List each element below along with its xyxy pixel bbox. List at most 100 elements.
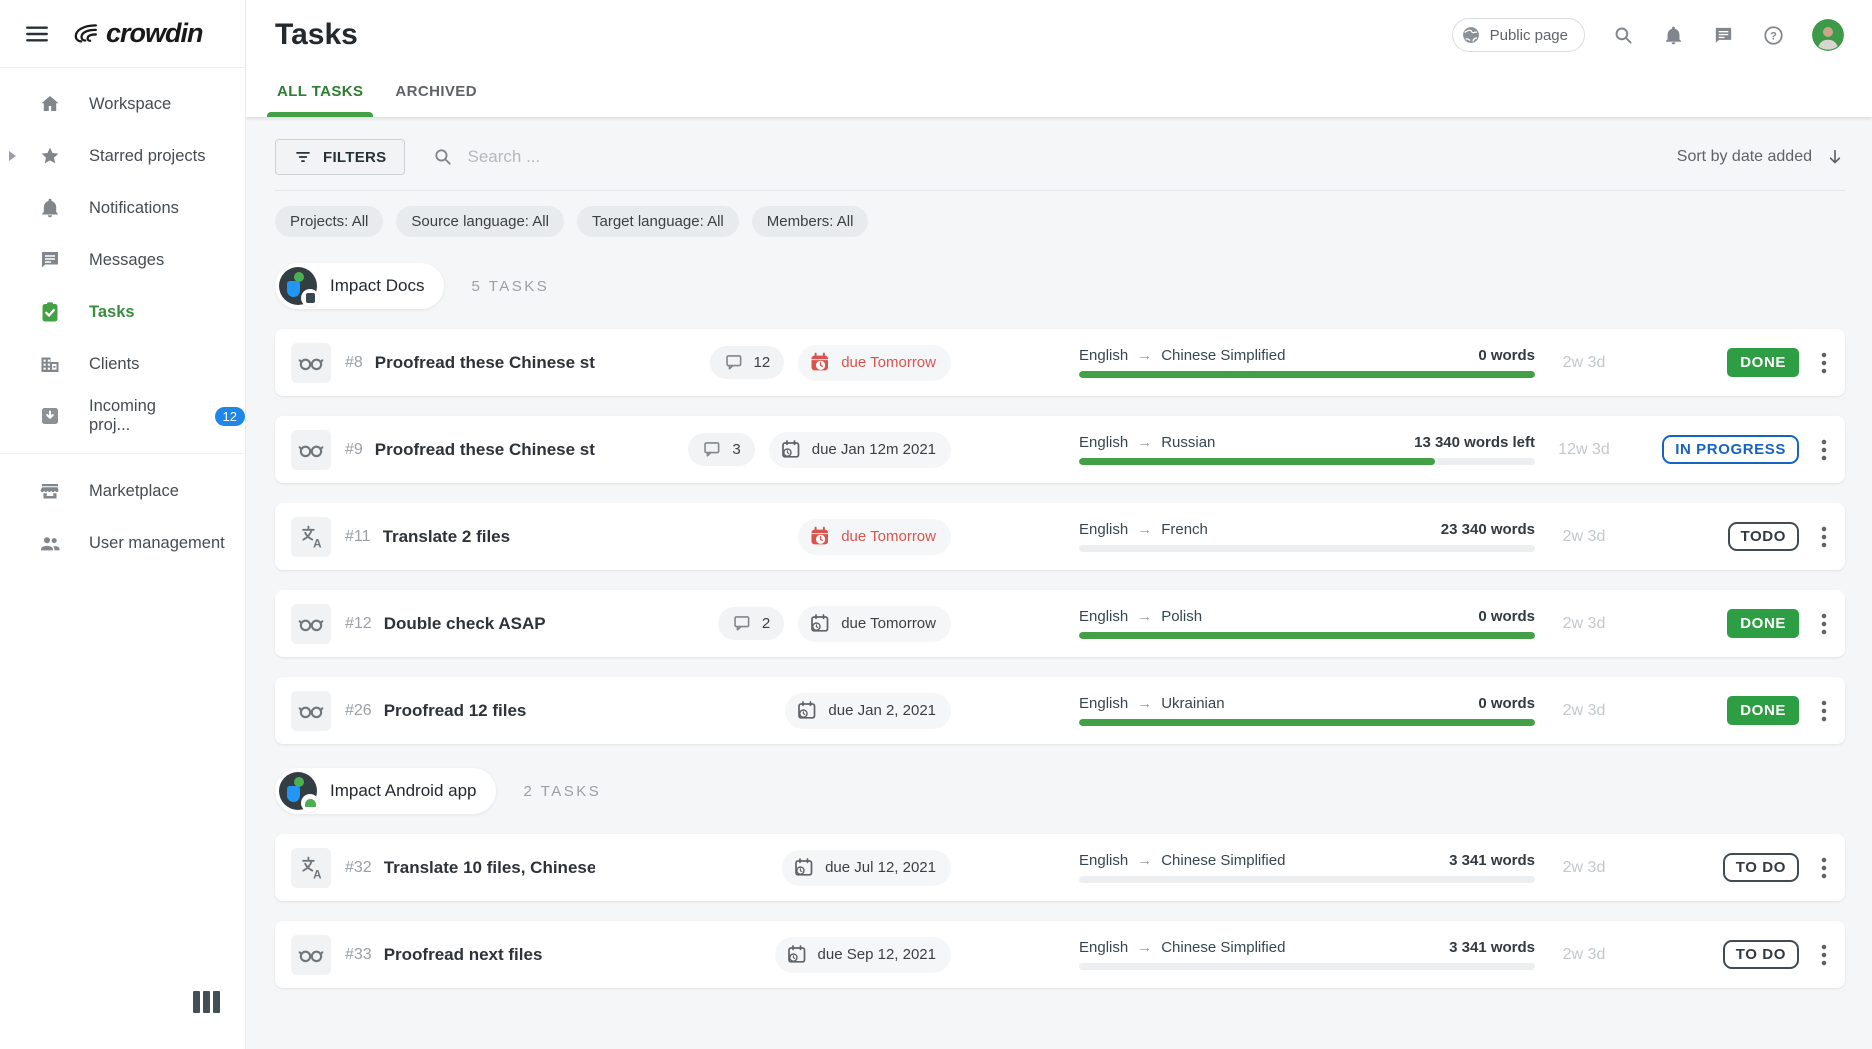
filters-button[interactable]: FILTERS [275, 139, 405, 175]
search-input[interactable] [467, 147, 767, 167]
task-title: Translate 2 files [383, 527, 595, 547]
task-age: 2w 3d [1535, 354, 1633, 372]
due-date-pill[interactable]: due Jul 12, 2021 [782, 850, 951, 886]
sidebar-item-label: Starred projects [89, 147, 205, 166]
due-date-pill[interactable]: due Jan 12m 2021 [769, 432, 951, 468]
sidebar-item-label: Incoming proj... [89, 397, 180, 435]
project-chip[interactable]: Impact Docs [275, 263, 444, 309]
progress-bar [1079, 632, 1535, 639]
sidebar-item-user-management[interactable]: User management [0, 517, 245, 569]
project-chip[interactable]: Impact Android app [275, 768, 496, 814]
progress-bar [1079, 876, 1535, 883]
task-id: #8 [345, 354, 363, 372]
sort-control[interactable]: Sort by date added [1677, 147, 1845, 167]
filters-button-label: FILTERS [323, 149, 386, 166]
tab-archived[interactable]: ARCHIVED [393, 70, 479, 117]
page-title: Tasks [275, 18, 358, 52]
sidebar-item-clients[interactable]: Clients [0, 338, 245, 390]
sidebar-item-tasks[interactable]: Tasks [0, 286, 245, 338]
search-icon [432, 146, 454, 168]
sidebar-item-label: Clients [89, 355, 139, 374]
kebab-menu-icon[interactable] [1815, 434, 1833, 466]
task-id: #11 [345, 528, 371, 546]
proofread-icon [291, 343, 331, 383]
task-row[interactable]: A #32 Translate 10 files, Chinese due Ju… [275, 834, 1845, 901]
help-icon[interactable]: ? [1762, 24, 1785, 47]
language-progress: English → Chinese Simplified 0 words [1079, 347, 1535, 378]
due-date-pill[interactable]: due Tomorrow [798, 606, 951, 642]
comment-count: 2 [762, 615, 770, 632]
sidebar-item-starred-projects[interactable]: Starred projects [0, 130, 245, 182]
task-cards: A #32 Translate 10 files, Chinese due Ju… [275, 834, 1845, 988]
sidebar-item-marketplace[interactable]: Marketplace [0, 465, 245, 517]
sidebar-item-incoming-proj[interactable]: Incoming proj... 12 [0, 390, 245, 442]
search-icon[interactable] [1612, 24, 1635, 47]
task-age: 2w 3d [1535, 859, 1633, 877]
task-row[interactable]: #9 Proofread these Chinese strings ASAP … [275, 416, 1845, 483]
word-count: 3 341 words [1449, 852, 1535, 869]
kebab-menu-icon[interactable] [1815, 608, 1833, 640]
comments-chip[interactable]: 3 [688, 433, 754, 466]
word-count: 23 340 words [1441, 521, 1535, 538]
task-title: Double check ASAP [384, 614, 595, 634]
sidebar-item-notifications[interactable]: Notifications [0, 182, 245, 234]
kebab-menu-icon[interactable] [1815, 521, 1833, 553]
due-date-pill[interactable]: due Tomorrow [798, 519, 951, 555]
kebab-menu-icon[interactable] [1815, 939, 1833, 971]
building-icon [38, 352, 62, 376]
expand-chevron-icon[interactable] [9, 151, 16, 161]
view-toggle-icon[interactable] [193, 991, 220, 1013]
due-date-pill[interactable]: due Tomorrow [798, 345, 951, 381]
tab-all-tasks[interactable]: ALL TASKS [275, 70, 365, 117]
proofread-icon [291, 604, 331, 644]
task-meta: due Sep 12, 2021 [595, 937, 951, 973]
kebab-menu-icon[interactable] [1815, 852, 1833, 884]
source-language: English [1079, 695, 1128, 712]
arrow-right-icon: → [1137, 852, 1152, 869]
notifications-bell-icon[interactable] [1662, 24, 1685, 47]
chip-members[interactable]: Members: All [752, 206, 869, 237]
target-language: Ukrainian [1161, 695, 1224, 712]
due-date-pill[interactable]: due Jan 2, 2021 [785, 693, 951, 729]
calendar-icon [808, 351, 832, 375]
target-language: Chinese Simplified [1161, 939, 1285, 956]
search-box[interactable] [432, 146, 1676, 168]
project-avatar-icon [279, 772, 317, 810]
crowdin-logo-text: crowdin [106, 18, 203, 49]
word-count: 13 340 words left [1414, 434, 1535, 451]
sort-label: Sort by date added [1677, 148, 1812, 166]
task-row[interactable]: #12 Double check ASAP 2 due Tomorrow Eng… [275, 590, 1845, 657]
status-badge: DONE [1727, 609, 1799, 638]
comments-chip[interactable]: 12 [710, 346, 785, 379]
sidebar-item-messages[interactable]: Messages [0, 234, 245, 286]
sidebar-item-label: Workspace [89, 95, 171, 114]
task-row[interactable]: #8 Proofread these Chinese strings ASAP … [275, 329, 1845, 396]
messages-icon[interactable] [1712, 24, 1735, 47]
due-date-pill[interactable]: due Sep 12, 2021 [775, 937, 951, 973]
chip-projects[interactable]: Projects: All [275, 206, 383, 237]
progress-fill [1079, 458, 1435, 465]
chip-target-language[interactable]: Target language: All [577, 206, 739, 237]
task-title: Translate 10 files, Chinese [384, 858, 595, 878]
sidebar-item-workspace[interactable]: Workspace [0, 78, 245, 130]
kebab-menu-icon[interactable] [1815, 695, 1833, 727]
task-row[interactable]: A #11 Translate 2 files due Tomorrow Eng… [275, 503, 1845, 570]
task-group: Impact Android app 2 TASKS A #32 Transla… [275, 768, 1845, 988]
chip-source-language[interactable]: Source language: All [396, 206, 564, 237]
task-row[interactable]: #26 Proofread 12 files due Jan 2, 2021 E… [275, 677, 1845, 744]
language-progress: English → Ukrainian 0 words [1079, 695, 1535, 726]
task-meta: due Jan 2, 2021 [595, 693, 951, 729]
comments-chip[interactable]: 2 [718, 607, 784, 640]
task-row[interactable]: #33 Proofread next files due Sep 12, 202… [275, 921, 1845, 988]
task-meta: due Tomorrow [595, 519, 951, 555]
progress-bar [1079, 963, 1535, 970]
kebab-menu-icon[interactable] [1815, 347, 1833, 379]
calendar-icon [792, 856, 816, 880]
crowdin-logo[interactable]: crowdin [70, 18, 203, 49]
task-meta: due Jul 12, 2021 [595, 850, 951, 886]
hamburger-menu-icon[interactable] [24, 21, 50, 47]
sidebar: crowdin Workspace Starred projects Notif… [0, 0, 246, 1049]
public-page-button[interactable]: Public page [1452, 18, 1585, 52]
due-date-label: due Tomorrow [841, 528, 936, 545]
user-avatar[interactable] [1812, 19, 1844, 51]
